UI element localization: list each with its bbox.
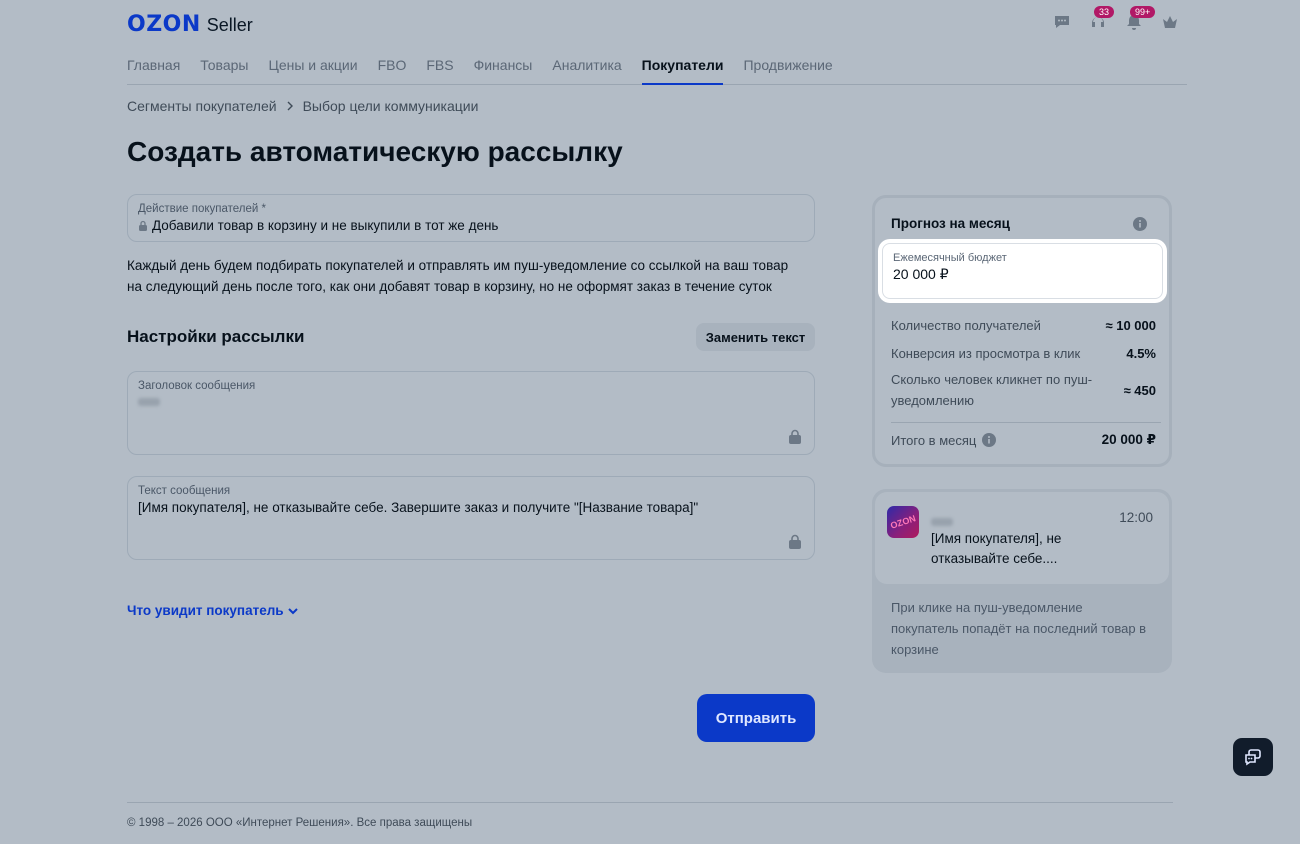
- nav-item-home[interactable]: Главная: [127, 52, 180, 85]
- info-icon[interactable]: [982, 433, 997, 447]
- breadcrumb-current: Выбор цели коммуникации: [302, 98, 479, 114]
- customer-view-label: Что увидит покупатель: [127, 603, 284, 618]
- forecast-total-value: 20 000 ₽: [1101, 432, 1156, 447]
- breadcrumb-parent[interactable]: Сегменты покупателей: [127, 98, 277, 114]
- main-nav: Главная Товары Цены и акции FBO FBS Фина…: [127, 52, 1187, 85]
- nav-item-promotion[interactable]: Продвижение: [743, 52, 832, 85]
- chat-icon[interactable]: [1052, 12, 1072, 32]
- forecast-row-label: Конверсия из просмотра в клик: [891, 345, 1081, 361]
- breadcrumb: Сегменты покупателей Выбор цели коммуник…: [127, 98, 478, 114]
- forecast-row-value: ≈ 10 000: [1105, 317, 1156, 333]
- message-title-label: Заголовок сообщения: [138, 380, 256, 392]
- description-line-2: на следующий день после того, как они до…: [127, 279, 772, 294]
- customer-action-label: Действие покупателей *: [138, 203, 267, 215]
- forecast-panel: Прогноз на месяц Ежемесячный бюджет 20 0…: [872, 195, 1172, 467]
- message-title-blurred-value: [138, 398, 160, 406]
- nav-item-finance[interactable]: Финансы: [474, 52, 533, 85]
- message-text-value: [Имя покупателя], не отказывайте себе. З…: [138, 500, 699, 515]
- forecast-row: Сколько человек кликнет по пуш-уведомлен…: [891, 369, 1156, 411]
- lock-icon: [139, 220, 147, 231]
- forecast-row: Количество получателей ≈ 10 000: [891, 315, 1156, 335]
- nav-item-fbs[interactable]: FBS: [426, 52, 453, 85]
- crown-icon[interactable]: [1160, 12, 1180, 32]
- customer-view-toggle[interactable]: Что увидит покупатель: [127, 603, 298, 618]
- app-icon-text: OZON: [889, 513, 917, 531]
- support-icon[interactable]: 33: [1088, 6, 1115, 32]
- nav-item-products[interactable]: Товары: [200, 52, 248, 85]
- nav-item-analytics[interactable]: Аналитика: [552, 52, 621, 85]
- message-title-field[interactable]: Заголовок сообщения: [127, 371, 815, 455]
- monthly-budget-input[interactable]: Ежемесячный бюджет 20 000 ₽: [882, 243, 1163, 299]
- forecast-total-label-wrap: Итого в месяц: [891, 432, 997, 448]
- forecast-row-label: Сколько человек кликнет по пуш-уведомлен…: [891, 372, 1093, 408]
- message-text-field[interactable]: Текст сообщения [Имя покупателя], не отк…: [127, 476, 815, 560]
- logo-mark: OZON: [127, 12, 201, 37]
- mailing-description: Каждый день будем подбирать покупателей …: [127, 255, 817, 297]
- lock-icon: [789, 429, 801, 444]
- forecast-row: Конверсия из просмотра в клик 4.5%: [891, 343, 1156, 363]
- forecast-divider: [891, 422, 1161, 423]
- header-icons: 33 99+: [1052, 6, 1180, 32]
- bell-icon[interactable]: 99+: [1124, 6, 1156, 32]
- monthly-budget-value: 20 000 ₽: [893, 266, 949, 282]
- description-line-1: Каждый день будем подбирать покупателей …: [127, 258, 789, 273]
- chevron-right-icon: [287, 101, 293, 111]
- forecast-rows: Количество получателей ≈ 10 000 Конверси…: [891, 315, 1156, 411]
- footer-copyright: © 1998 – 2026 ООО «Интернет Решения». Вс…: [127, 817, 473, 829]
- customer-action-field[interactable]: Действие покупателей * Добавили товар в …: [127, 194, 815, 242]
- send-button[interactable]: Отправить: [697, 694, 815, 742]
- forecast-title: Прогноз на месяц: [891, 216, 1010, 231]
- ozon-seller-logo[interactable]: OZON Seller: [127, 12, 253, 37]
- nav-item-fbo[interactable]: FBO: [378, 52, 407, 85]
- customer-action-value-row: Добавили товар в корзину и не выкупили в…: [138, 218, 804, 233]
- push-time: 12:00: [1119, 510, 1153, 525]
- push-text: [Имя покупателя], не отказывайте себе...…: [931, 531, 1062, 566]
- message-text-label: Текст сообщения: [138, 485, 231, 497]
- monthly-budget-label: Ежемесячный бюджет: [893, 252, 1007, 264]
- settings-title: Настройки рассылки: [127, 327, 305, 346]
- notifications-badge: 99+: [1130, 6, 1156, 18]
- forecast-row-label: Количество получателей: [891, 317, 1041, 333]
- push-preview-note: При клике на пуш-уведомление покупатель …: [891, 600, 1147, 657]
- push-title-blurred: [931, 518, 953, 526]
- forecast-row-value: ≈ 450: [1123, 382, 1156, 398]
- forecast-total-row: Итого в месяц 20 000 ₽: [891, 432, 1156, 448]
- push-preview-card: OZON 12:00 [Имя покупателя], не отказыва…: [875, 492, 1169, 584]
- logo-suffix: Seller: [206, 15, 253, 35]
- nav-item-prices[interactable]: Цены и акции: [268, 52, 357, 85]
- ozon-app-icon: OZON: [887, 506, 919, 538]
- customer-action-value: Добавили товар в корзину и не выкупили в…: [152, 218, 499, 233]
- push-preview: OZON 12:00 [Имя покупателя], не отказыва…: [872, 489, 1172, 673]
- support-chat-button[interactable]: [1233, 738, 1273, 776]
- page-title: Создать автоматическую рассылку: [127, 136, 623, 167]
- forecast-total-label: Итого в месяц: [891, 432, 977, 448]
- info-icon[interactable]: [1133, 217, 1147, 231]
- chat-bubble-icon: [1245, 749, 1261, 766]
- replace-text-button[interactable]: Заменить текст: [696, 323, 815, 351]
- nav-item-customers[interactable]: Покупатели: [641, 52, 724, 85]
- chevron-down-icon: [287, 607, 298, 614]
- lock-icon: [789, 534, 801, 549]
- footer-divider: [127, 802, 1173, 803]
- forecast-row-value: 4.5%: [1126, 345, 1156, 361]
- support-badge: 33: [1094, 6, 1115, 18]
